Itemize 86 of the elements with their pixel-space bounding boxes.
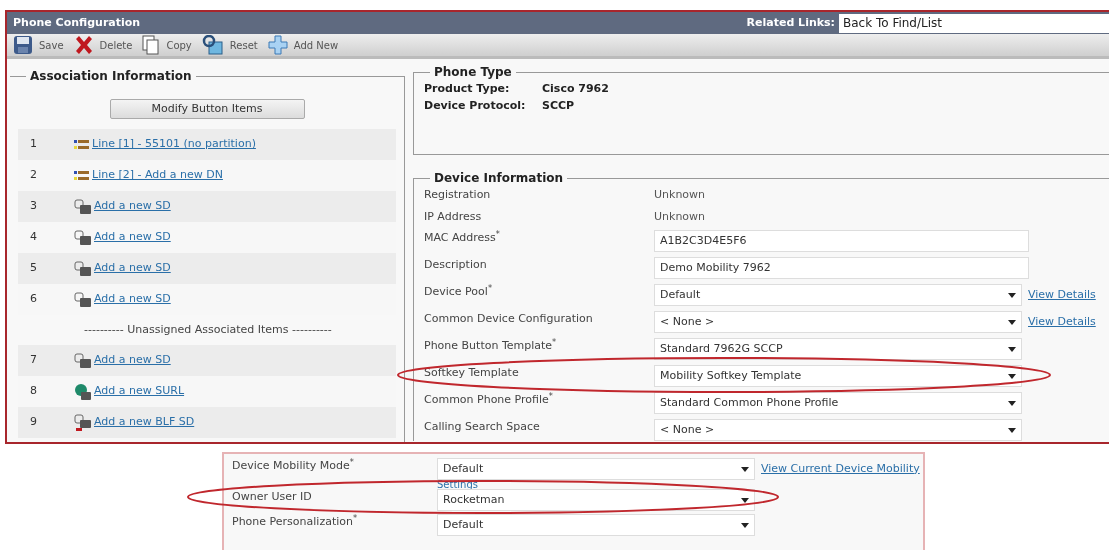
- field-label: Product Type:: [424, 81, 511, 97]
- row-number: 8: [30, 383, 38, 400]
- field-value: Cisco 7962: [542, 81, 609, 97]
- caret-down-icon: [1008, 373, 1016, 379]
- field-label: Softkey Template: [424, 365, 520, 381]
- details-link[interactable]: View Details: [1028, 286, 1096, 304]
- field-label: IP Address: [424, 208, 483, 225]
- caret-down-icon: [741, 466, 749, 472]
- field-label: Registration: [424, 187, 492, 203]
- field-label: Common Phone Profile$^{*}$: [424, 392, 554, 408]
- caret-down-icon: [1008, 319, 1016, 325]
- association-link[interactable]: Add a new SD: [94, 229, 171, 246]
- field-label: Device Mobility Mode$^{*}$: [232, 458, 355, 474]
- section-separator: ---------- Unassigned Associated Items ----------: [84, 321, 332, 338]
- plus-icon: [267, 35, 288, 55]
- caret-down-icon: [741, 522, 749, 528]
- field-label: Device Pool$^{*}$: [424, 284, 493, 300]
- row-number: 7: [30, 352, 38, 369]
- related-links-dropdown[interactable]: Back To Find/List: [839, 13, 1109, 33]
- details-link[interactable]: View Current Device Mobility: [761, 460, 920, 478]
- speed-dial-icon: [74, 352, 92, 369]
- field-label: MAC Address$^{*}$: [424, 230, 501, 246]
- window-title: Phone Configuration: [13, 14, 141, 31]
- toolbar-button[interactable]: Save: [13, 35, 64, 55]
- input-field[interactable]: Demo Mobility 7962: [654, 257, 1029, 279]
- speed-dial-icon: [74, 291, 92, 308]
- dropdown-field[interactable]: < None >: [654, 311, 1022, 333]
- association-link[interactable]: Add a new SD: [94, 260, 171, 277]
- copy-icon: [142, 35, 161, 55]
- caret-down-icon: [1008, 292, 1016, 298]
- delete-x-icon: [73, 35, 94, 55]
- field-label: Phone Personalization$^{*}$: [232, 514, 359, 530]
- field-label: Device Protocol:: [424, 97, 527, 114]
- caret-down-icon: [1008, 346, 1016, 352]
- field-label: Calling Search Space: [424, 419, 541, 435]
- dropdown-field[interactable]: Standard 7962G SCCP: [654, 338, 1022, 360]
- field-label: Description: [424, 257, 488, 273]
- association-link[interactable]: Add a new SD: [94, 352, 171, 369]
- reset-icon: [201, 35, 224, 55]
- row-number: 4: [30, 229, 38, 246]
- blf-speed-dial-icon: [74, 413, 92, 432]
- caret-down-icon: [741, 497, 749, 503]
- field-value: SCCP: [542, 97, 575, 114]
- speed-dial-icon: [74, 229, 92, 246]
- toolbar-button[interactable]: Add New: [267, 35, 339, 55]
- field-label: Owner User ID: [232, 489, 313, 505]
- section-legend: Phone Type: [430, 63, 516, 81]
- row-number: 1: [30, 136, 38, 153]
- speed-dial-icon: [74, 260, 92, 277]
- modify-button-items-button[interactable]: Modify Button Items: [109, 99, 305, 119]
- dropdown-field[interactable]: Default: [654, 284, 1022, 306]
- dropdown-field[interactable]: Standard Common Phone Profile: [654, 392, 1022, 414]
- association-link[interactable]: Add a new BLF SD: [94, 414, 195, 431]
- dropdown-field[interactable]: Default: [437, 514, 755, 536]
- dropdown-field[interactable]: Mobility Softkey Template: [654, 365, 1022, 387]
- details-link[interactable]: View Details: [1028, 313, 1096, 331]
- association-link[interactable]: Line [1] - 55101 (no partition): [92, 136, 256, 153]
- field-label: Common Device Configuration: [424, 311, 594, 327]
- association-link[interactable]: Add a new SURL: [94, 383, 185, 400]
- line-icon: [74, 169, 90, 182]
- globe-phone-icon: [74, 382, 92, 401]
- row-number: 5: [30, 260, 38, 277]
- row-number: 3: [30, 198, 38, 215]
- field-value: Unknown: [654, 208, 706, 225]
- speed-dial-icon: [74, 198, 92, 215]
- input-field[interactable]: A1B2C3D4E5F6: [654, 230, 1029, 252]
- related-links-label: Related Links:: [746, 14, 835, 31]
- dropdown-field[interactable]: Default: [437, 458, 755, 480]
- dropdown-field[interactable]: < None >: [654, 419, 1022, 441]
- association-link[interactable]: Add a new SD: [94, 291, 171, 308]
- dropdown-field[interactable]: Rocketman: [437, 489, 755, 511]
- field-value: Unknown: [654, 187, 706, 203]
- toolbar-button[interactable]: Reset: [201, 35, 258, 55]
- association-link[interactable]: Add a new SD: [94, 198, 171, 215]
- section-legend: Device Information: [430, 169, 568, 187]
- toolbar-button[interactable]: Delete: [73, 35, 133, 55]
- caret-down-icon: [1008, 427, 1016, 433]
- section-legend: Association Information: [26, 67, 196, 85]
- caret-down-icon: [1008, 400, 1016, 406]
- association-link[interactable]: Line [2] - Add a new DN: [92, 167, 223, 184]
- toolbar-button[interactable]: Copy: [142, 35, 192, 55]
- line-icon: [74, 138, 90, 151]
- row-number: 2: [30, 167, 38, 184]
- row-number: 6: [30, 291, 38, 308]
- row-number: 9: [30, 414, 38, 431]
- field-label: Phone Button Template$^{*}$: [424, 338, 558, 354]
